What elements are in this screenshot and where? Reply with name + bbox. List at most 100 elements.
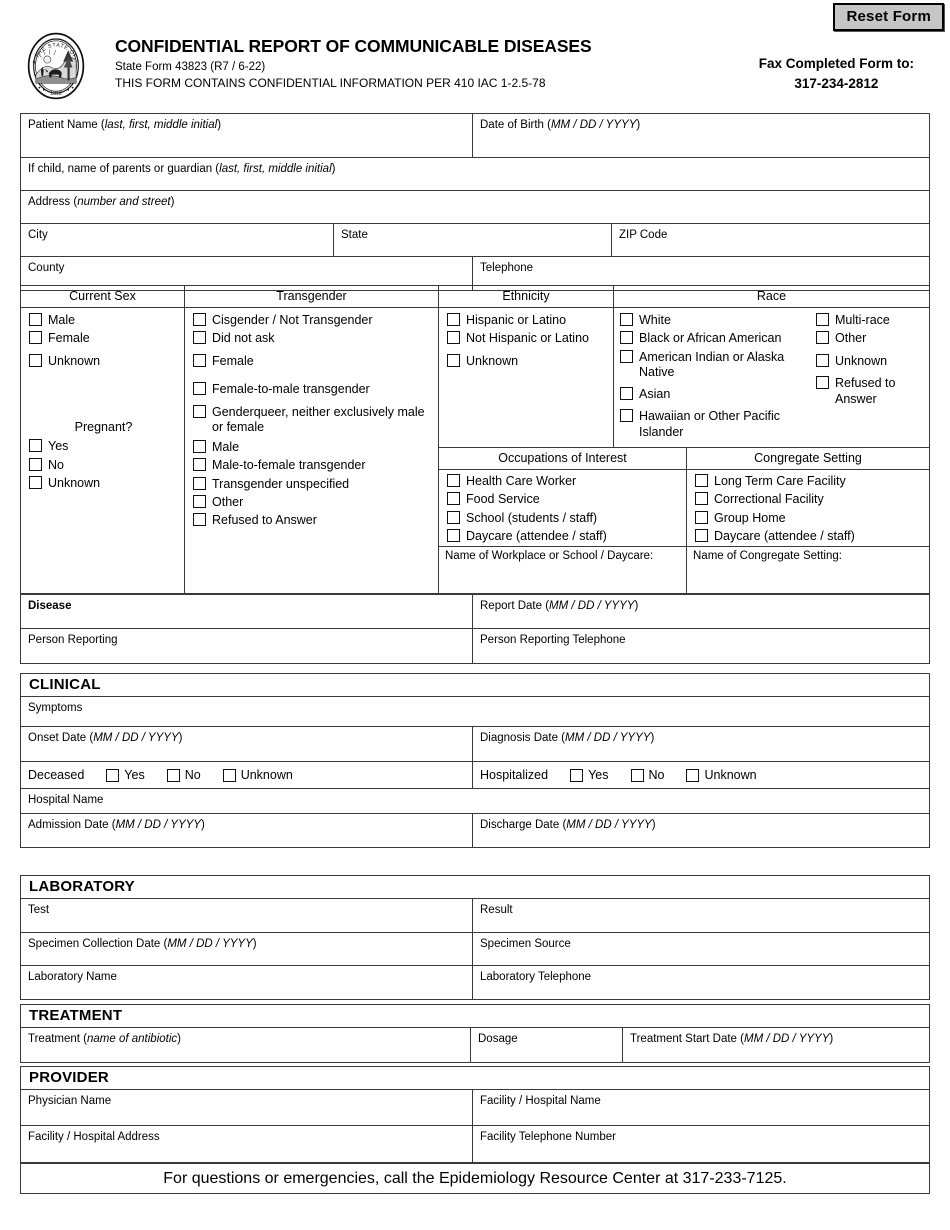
checkbox-icon[interactable] bbox=[447, 492, 460, 506]
checkbox-icon[interactable] bbox=[193, 313, 206, 326]
checkbox-row[interactable]: Refused to Answer bbox=[193, 513, 432, 527]
treatment-field[interactable]: Treatment (name of antibiotic) bbox=[21, 1028, 471, 1062]
checkbox-icon[interactable] bbox=[447, 313, 460, 326]
checkbox-icon[interactable] bbox=[447, 331, 460, 345]
facility-name-field[interactable]: Facility / Hospital Name bbox=[473, 1090, 929, 1125]
checkbox-row[interactable]: Unknown bbox=[29, 475, 178, 490]
checkbox-icon[interactable] bbox=[447, 529, 460, 543]
report-date-field[interactable]: Report Date (MM / DD / YYYY) bbox=[473, 595, 929, 628]
checkbox-icon[interactable] bbox=[29, 457, 42, 471]
checkbox-icon[interactable] bbox=[570, 768, 584, 782]
checkbox-icon[interactable] bbox=[193, 353, 206, 367]
onset-date-field[interactable]: Onset Date (MM / DD / YYYY) bbox=[21, 727, 473, 761]
checkbox-row[interactable]: No bbox=[29, 457, 178, 472]
state-field[interactable]: State bbox=[334, 224, 612, 256]
laboratory-name-field[interactable]: Laboratory Name bbox=[21, 966, 473, 999]
checkbox-row[interactable]: Daycare (attendee / staff) bbox=[695, 529, 923, 543]
specimen-source-field[interactable]: Specimen Source bbox=[473, 933, 929, 965]
checkbox-row[interactable]: American Indian or Alaska Native bbox=[620, 349, 816, 381]
checkbox-row[interactable]: Food Service bbox=[447, 492, 680, 506]
checkbox-icon[interactable] bbox=[29, 331, 42, 345]
city-field[interactable]: City bbox=[21, 224, 334, 256]
checkbox-icon[interactable] bbox=[620, 331, 633, 345]
checkbox-row[interactable]: Did not ask bbox=[193, 331, 432, 345]
checkbox-icon[interactable] bbox=[193, 331, 206, 345]
checkbox-row[interactable]: Hawaiian or Other Pacific Islander bbox=[620, 409, 816, 440]
checkbox-icon[interactable] bbox=[193, 476, 206, 490]
specimen-collection-date-field[interactable]: Specimen Collection Date (MM / DD / YYYY… bbox=[21, 933, 473, 965]
checkbox-icon[interactable] bbox=[29, 353, 42, 367]
checkbox-icon[interactable] bbox=[193, 513, 206, 527]
checkbox-row[interactable]: Not Hispanic or Latino bbox=[447, 331, 607, 345]
diagnosis-date-field[interactable]: Diagnosis Date (MM / DD / YYYY) bbox=[473, 727, 929, 761]
checkbox-icon[interactable] bbox=[816, 353, 829, 367]
checkbox-row[interactable]: Asian bbox=[620, 387, 816, 401]
checkbox-row[interactable]: Unknown bbox=[447, 353, 607, 368]
checkbox-row[interactable]: Unknown bbox=[222, 768, 293, 782]
laboratory-phone-field[interactable]: Laboratory Telephone bbox=[473, 966, 929, 999]
checkbox-icon[interactable] bbox=[447, 353, 460, 367]
checkbox-row[interactable]: White bbox=[620, 313, 816, 327]
checkbox-icon[interactable] bbox=[620, 387, 633, 400]
checkbox-row[interactable]: Long Term Care Facility bbox=[695, 474, 923, 488]
checkbox-icon[interactable] bbox=[193, 494, 206, 508]
checkbox-row[interactable]: Correctional Facility bbox=[695, 492, 923, 506]
checkbox-row[interactable]: Female bbox=[29, 331, 178, 345]
congregate-name-field[interactable]: Name of Congregate Setting: bbox=[687, 545, 929, 594]
person-reporting-phone-field[interactable]: Person Reporting Telephone bbox=[473, 629, 929, 663]
date-of-birth-field[interactable]: Date of Birth (MM / DD / YYYY) bbox=[473, 114, 929, 157]
checkbox-icon[interactable] bbox=[695, 510, 708, 524]
checkbox-icon[interactable] bbox=[686, 768, 700, 782]
checkbox-row[interactable]: School (students / staff) bbox=[447, 510, 680, 525]
zip-field[interactable]: ZIP Code bbox=[612, 224, 929, 256]
checkbox-icon[interactable] bbox=[695, 492, 708, 506]
checkbox-row[interactable]: Yes bbox=[106, 768, 145, 782]
checkbox-icon[interactable] bbox=[193, 404, 206, 418]
checkbox-icon[interactable] bbox=[620, 349, 633, 363]
checkbox-icon[interactable] bbox=[816, 331, 829, 345]
checkbox-row[interactable]: Cisgender / Not Transgender bbox=[193, 313, 432, 327]
checkbox-row[interactable]: Male bbox=[29, 313, 178, 327]
checkbox-row[interactable]: Genderqueer, neither exclusively male or… bbox=[193, 404, 432, 436]
facility-phone-field[interactable]: Facility Telephone Number bbox=[473, 1126, 929, 1162]
person-reporting-field[interactable]: Person Reporting bbox=[21, 629, 473, 663]
checkbox-row[interactable]: Multi-race bbox=[816, 313, 925, 327]
checkbox-icon[interactable] bbox=[29, 439, 42, 453]
checkbox-row[interactable]: Black or African American bbox=[620, 331, 816, 345]
patient-name-field[interactable]: Patient Name (last, first, middle initia… bbox=[21, 114, 473, 157]
checkbox-row[interactable]: No bbox=[630, 768, 664, 782]
address-field[interactable]: Address (number and street) bbox=[21, 191, 929, 223]
checkbox-row[interactable]: Refused to Answer bbox=[816, 376, 925, 407]
result-field[interactable]: Result bbox=[473, 899, 929, 932]
test-field[interactable]: Test bbox=[21, 899, 473, 932]
checkbox-icon[interactable] bbox=[193, 458, 206, 472]
checkbox-icon[interactable] bbox=[29, 313, 42, 326]
discharge-date-field[interactable]: Discharge Date (MM / DD / YYYY) bbox=[473, 814, 929, 847]
admission-date-field[interactable]: Admission Date (MM / DD / YYYY) bbox=[21, 814, 473, 847]
checkbox-row[interactable]: Male bbox=[193, 439, 432, 454]
checkbox-icon[interactable] bbox=[193, 382, 206, 396]
checkbox-icon[interactable] bbox=[447, 510, 460, 524]
hospital-name-field[interactable]: Hospital Name bbox=[21, 789, 929, 813]
checkbox-row[interactable]: Unknown bbox=[29, 353, 178, 368]
guardian-name-field[interactable]: If child, name of parents or guardian (l… bbox=[21, 158, 929, 190]
checkbox-row[interactable]: Other bbox=[816, 331, 925, 345]
checkbox-row[interactable]: Male-to-female transgender bbox=[193, 458, 432, 472]
checkbox-icon[interactable] bbox=[695, 529, 708, 543]
checkbox-row[interactable]: Health Care Worker bbox=[447, 474, 680, 488]
checkbox-icon[interactable] bbox=[816, 313, 829, 326]
treatment-start-date-field[interactable]: Treatment Start Date (MM / DD / YYYY) bbox=[623, 1028, 929, 1062]
disease-field[interactable]: Disease bbox=[21, 595, 473, 628]
checkbox-icon[interactable] bbox=[29, 475, 42, 489]
physician-name-field[interactable]: Physician Name bbox=[21, 1090, 473, 1125]
checkbox-row[interactable]: Hispanic or Latino bbox=[447, 313, 607, 327]
checkbox-icon[interactable] bbox=[816, 376, 829, 390]
checkbox-icon[interactable] bbox=[193, 439, 206, 453]
checkbox-row[interactable]: Daycare (attendee / staff) bbox=[447, 529, 680, 543]
checkbox-row[interactable]: Female bbox=[193, 353, 432, 368]
workplace-name-field[interactable]: Name of Workplace or School / Daycare: bbox=[439, 545, 686, 594]
checkbox-icon[interactable] bbox=[620, 313, 633, 326]
symptoms-field[interactable]: Symptoms bbox=[21, 697, 929, 726]
checkbox-row[interactable]: Group Home bbox=[695, 510, 923, 525]
checkbox-icon[interactable] bbox=[695, 474, 708, 487]
